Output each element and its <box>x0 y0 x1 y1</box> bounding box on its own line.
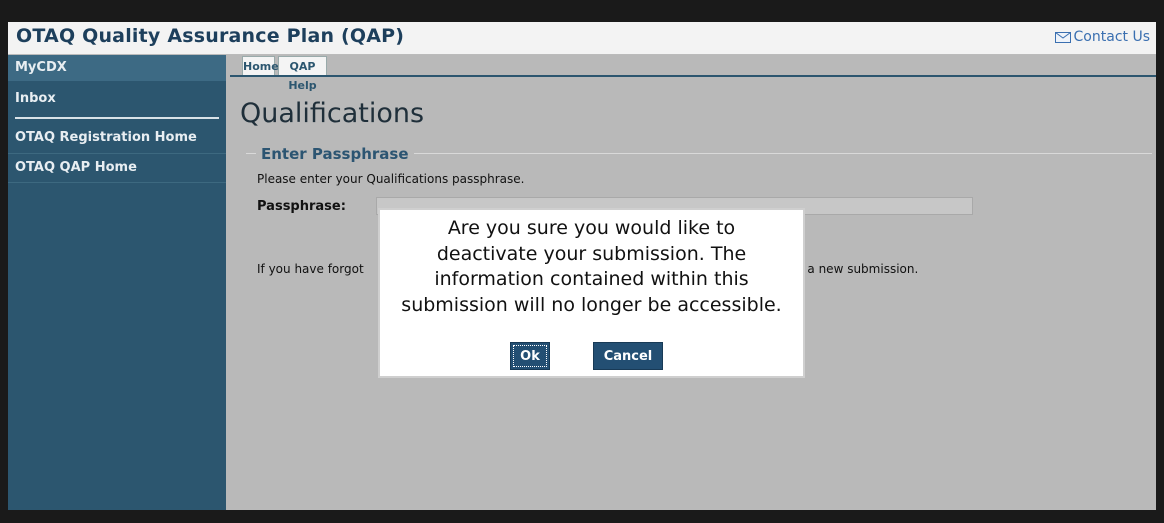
app-window: OTAQ Quality Assurance Plan (QAP) Contac… <box>8 22 1156 510</box>
confirm-dialog: Are you sure you would like to deactivat… <box>378 208 805 378</box>
dialog-message-line: Are you sure you would like to <box>447 217 736 239</box>
dialog-message-line: deactivate your submission. The <box>436 242 747 265</box>
dialog-message-line: submission will no longer be accessible. <box>401 293 782 316</box>
dialog-message-line: information contained within this <box>434 268 749 290</box>
dialog-message: Are you sure you would like to deactivat… <box>380 216 803 318</box>
cancel-button[interactable]: Cancel <box>593 342 663 370</box>
ok-button[interactable]: Ok <box>510 342 550 370</box>
